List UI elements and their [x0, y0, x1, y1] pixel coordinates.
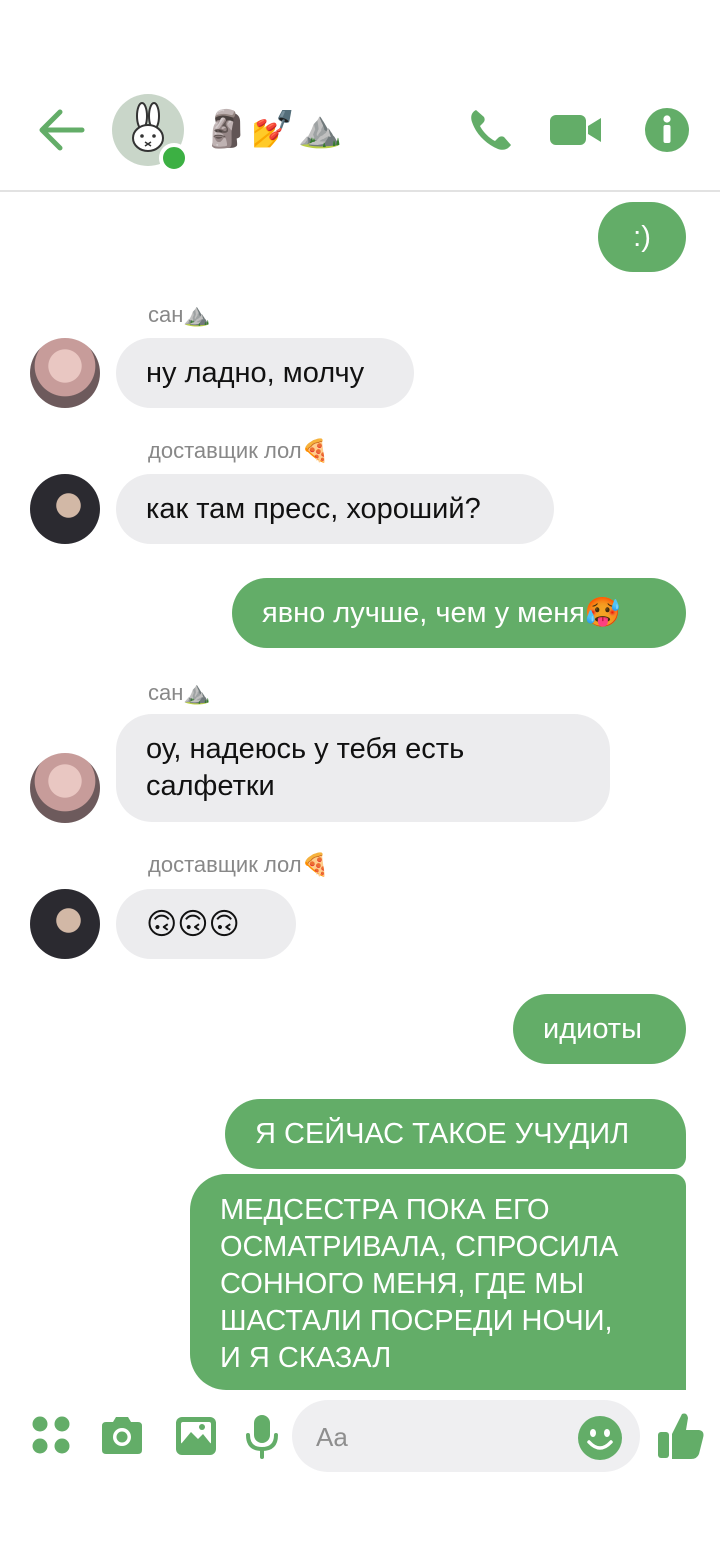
- message-line: ШАСТАЛИ ПОСРЕДИ НОЧИ,: [220, 1305, 613, 1337]
- message-text: идиоты: [543, 1012, 642, 1045]
- message-line: И Я СКАЗАЛ: [220, 1342, 392, 1374]
- outgoing-message[interactable]: :): [598, 202, 686, 272]
- chat-header: [0, 0, 720, 192]
- sender-name: доставщик лол🍕: [148, 852, 330, 877]
- outgoing-message[interactable]: явно лучше, чем у меня🥵: [232, 578, 686, 648]
- message-line: салфетки: [146, 770, 275, 802]
- thumbs-up-icon[interactable]: [656, 1410, 706, 1462]
- message-text: 🙃🙃🙃: [146, 907, 240, 941]
- chat-title[interactable]: 🗿💅⛰️: [204, 108, 344, 152]
- message-text: ну ладно, молчу: [146, 356, 365, 389]
- avatar-delivery[interactable]: [30, 474, 100, 544]
- incoming-message[interactable]: как там пресс, хороший?: [116, 474, 554, 544]
- outgoing-message[interactable]: идиоты: [513, 994, 686, 1064]
- message-input-placeholder: Aa: [316, 1422, 348, 1452]
- incoming-message[interactable]: оу, надеюсь у тебя есть салфетки: [116, 714, 610, 822]
- message-line: МЕДСЕСТРА ПОКА ЕГО: [220, 1194, 550, 1226]
- phone-icon[interactable]: [466, 106, 518, 154]
- outgoing-message[interactable]: Я СЕЙЧАС ТАКОЕ УЧУДИЛ: [225, 1099, 686, 1169]
- online-indicator: [159, 143, 189, 173]
- avatar-san[interactable]: [30, 338, 100, 408]
- incoming-message[interactable]: ну ладно, молчу: [116, 338, 414, 408]
- outgoing-message[interactable]: МЕДСЕСТРА ПОКА ЕГО ОСМАТРИВАЛА, СПРОСИЛА…: [190, 1174, 686, 1390]
- camera-icon[interactable]: [98, 1412, 146, 1460]
- sender-name: сан⛰️: [148, 302, 211, 327]
- avatar-delivery[interactable]: [30, 889, 100, 959]
- sender-name: сан⛰️: [148, 680, 211, 705]
- microphone-icon[interactable]: [240, 1412, 284, 1460]
- incoming-message[interactable]: 🙃🙃🙃: [116, 889, 296, 959]
- back-arrow-icon[interactable]: [38, 108, 86, 152]
- video-camera-icon[interactable]: [548, 106, 604, 154]
- gallery-icon[interactable]: [172, 1412, 220, 1460]
- sender-name: доставщик лол🍕: [148, 438, 330, 463]
- emoji-icon[interactable]: [576, 1414, 624, 1462]
- message-line: оу, надеюсь у тебя есть: [146, 733, 465, 765]
- apps-grid-icon[interactable]: [28, 1412, 76, 1460]
- info-icon[interactable]: [642, 106, 692, 154]
- message-text: как там пресс, хороший?: [146, 492, 481, 525]
- message-text: явно лучше, чем у меня🥵: [262, 596, 622, 629]
- message-text: Я СЕЙЧАС ТАКОЕ УЧУДИЛ: [255, 1117, 630, 1150]
- message-text: :): [633, 220, 651, 253]
- avatar-san[interactable]: [30, 753, 100, 823]
- message-line: СОННОГО МЕНЯ, ГДЕ МЫ: [220, 1268, 585, 1300]
- message-line: ОСМАТРИВАЛА, СПРОСИЛА: [220, 1231, 619, 1263]
